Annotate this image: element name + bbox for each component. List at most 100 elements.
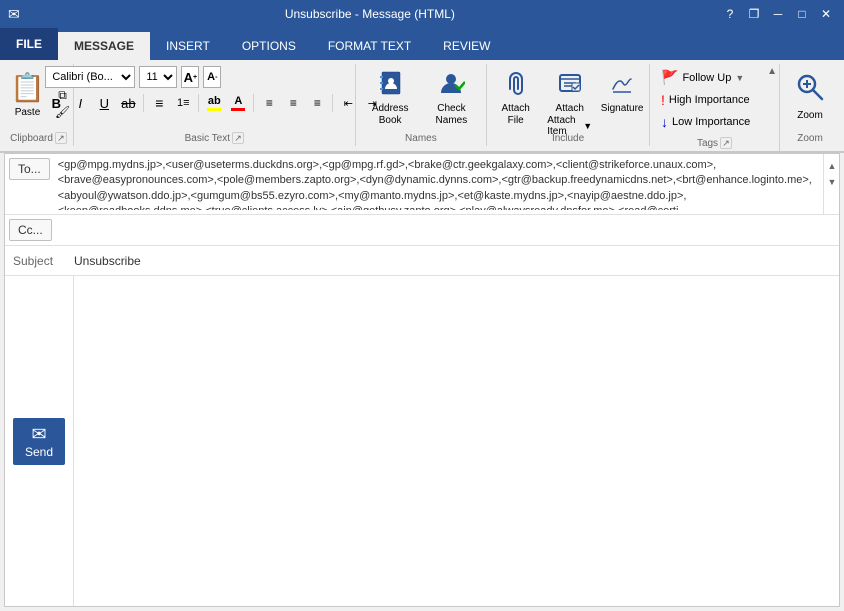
follow-up-icon: 🚩 — [661, 69, 678, 86]
separator2 — [198, 94, 199, 112]
to-field-row: To... <gp@mpg.mydns.jp>,<user@useterms.d… — [5, 154, 839, 215]
font-name-select[interactable]: Calibri (Bo... — [45, 66, 135, 88]
compose-container — [74, 276, 839, 606]
clipboard-label: Clipboard ↗ — [4, 132, 73, 144]
align-left-button[interactable]: ≡ — [258, 92, 280, 114]
to-button[interactable]: To... — [9, 158, 50, 180]
check-names-label: Check Names — [428, 103, 475, 127]
tab-insert[interactable]: INSERT — [150, 32, 226, 60]
compose-body[interactable] — [74, 276, 839, 606]
tab-formattext[interactable]: FORMAT TEXT — [312, 32, 427, 60]
send-panel: ✉ Send — [5, 276, 74, 606]
scroll-up-button[interactable]: ▲ — [824, 158, 840, 174]
zoom-content: Zoom — [785, 66, 835, 140]
zoom-button[interactable]: Zoom — [785, 66, 835, 126]
highlight-color-indicator — [207, 108, 221, 111]
zoom-group: Zoom Zoom — [780, 64, 840, 146]
attach-item-label: Attach — [556, 103, 584, 115]
names-content: Address Book Check Names — [362, 66, 480, 142]
check-names-button[interactable]: Check Names — [423, 66, 480, 130]
tags-group: 🚩 Follow Up ▼ ! High Importance ↓ Low Im… — [650, 64, 780, 151]
ribbon-collapse-button[interactable]: ▲ — [767, 66, 777, 77]
email-compose-area: To... <gp@mpg.mydns.jp>,<user@useterms.d… — [4, 153, 840, 607]
align-center-button[interactable]: ≡ — [282, 92, 304, 114]
signature-icon — [608, 69, 636, 101]
high-importance-button[interactable]: ! High Importance — [656, 89, 773, 111]
bold-button[interactable]: B — [45, 92, 67, 114]
ribbon-tabs: FILE MESSAGE INSERT OPTIONS FORMAT TEXT … — [0, 28, 844, 60]
separator4 — [332, 94, 333, 112]
attach-file-button[interactable]: Attach File — [493, 66, 538, 130]
names-label: Names — [356, 133, 486, 144]
underline-button[interactable]: U — [93, 92, 115, 114]
separator1 — [143, 94, 144, 112]
paste-button[interactable]: 📋 Paste — [5, 66, 51, 121]
increase-font-button[interactable]: A+ — [181, 66, 199, 88]
to-recipients: <gp@mpg.mydns.jp>,<user@useterms.duckdns… — [58, 158, 819, 210]
tags-label: Tags ↗ — [650, 137, 779, 149]
tab-review[interactable]: REVIEW — [427, 32, 506, 60]
font-color-indicator — [231, 108, 245, 111]
highlight-button[interactable]: ab — [203, 92, 225, 114]
align-right-button[interactable]: ≡ — [306, 92, 328, 114]
paste-label: Paste — [15, 107, 41, 118]
clipboard-expand-button[interactable]: ↗ — [55, 132, 67, 144]
include-label: Include — [487, 133, 649, 144]
subject-label: Subject — [5, 246, 70, 275]
basic-text-label: Basic Text ↗ — [74, 132, 355, 144]
zoom-label: Zoom — [797, 110, 823, 121]
window-controls: ? ❐ ─ □ ✕ — [720, 4, 836, 24]
cc-button[interactable]: Cc... — [9, 219, 52, 241]
italic-button[interactable]: I — [69, 92, 91, 114]
font-size-select[interactable]: 11 — [139, 66, 177, 88]
cc-field-row: Cc... — [5, 215, 839, 246]
low-importance-icon: ↓ — [661, 114, 668, 130]
send-icon: ✉ — [31, 424, 46, 445]
low-importance-button[interactable]: ↓ Low Importance — [656, 111, 773, 133]
zoom-icon — [794, 71, 826, 110]
send-button[interactable]: ✉ Send — [13, 418, 65, 465]
help-button[interactable]: ? — [720, 4, 740, 24]
basic-text-expand-button[interactable]: ↗ — [232, 132, 244, 144]
numbering-button[interactable]: 1≡ — [172, 92, 194, 114]
follow-up-dropdown-icon: ▼ — [735, 73, 744, 83]
to-field-value: <gp@mpg.mydns.jp>,<user@useterms.duckdns… — [54, 154, 823, 214]
tab-message[interactable]: MESSAGE — [58, 32, 150, 60]
signature-label: Signature — [601, 103, 644, 115]
separator3 — [253, 94, 254, 112]
include-content: Attach File Attach Attach Item ▼ — [493, 66, 643, 142]
basic-text-content: Calibri (Bo... 11 A+ A- B I U — [45, 66, 383, 128]
title-bar: ✉ Unsubscribe - Message (HTML) ? ❐ ─ □ ✕ — [0, 0, 844, 28]
close-button[interactable]: ✕ — [816, 4, 836, 24]
maximize-button[interactable]: □ — [792, 4, 812, 24]
subject-input[interactable] — [70, 246, 839, 275]
high-importance-icon: ! — [661, 92, 665, 108]
subject-field-row: Subject — [5, 246, 839, 276]
strikethrough-button[interactable]: ab — [117, 92, 139, 114]
window-title: Unsubscribe - Message (HTML) — [20, 7, 720, 21]
basic-text-group: Calibri (Bo... 11 A+ A- B I U — [74, 64, 356, 146]
ribbon-content: 📋 Paste ✂ ⧉ — [0, 60, 844, 152]
decrease-font-button[interactable]: A- — [203, 66, 221, 88]
restore-button[interactable]: ❐ — [744, 4, 764, 24]
tab-file[interactable]: FILE — [0, 28, 58, 60]
include-group: Attach File Attach Attach Item ▼ — [487, 64, 650, 146]
format-row: B I U ab ≡ 1≡ — [45, 92, 383, 114]
scroll-down-button[interactable]: ▼ — [824, 174, 840, 190]
ribbon: 📋 Paste ✂ ⧉ — [0, 60, 844, 153]
bullets-button[interactable]: ≡ — [148, 92, 170, 114]
minimize-button[interactable]: ─ — [768, 4, 788, 24]
cc-field-value[interactable] — [56, 215, 839, 245]
tags-content: 🚩 Follow Up ▼ ! High Importance ↓ Low Im… — [656, 66, 773, 147]
signature-button[interactable]: Signature — [601, 66, 643, 118]
address-book-button[interactable]: Address Book — [362, 66, 419, 130]
tab-options[interactable]: OPTIONS — [226, 32, 312, 60]
font-color-button[interactable]: A — [227, 92, 249, 114]
address-book-label: Address Book — [367, 103, 414, 127]
compose-wrapper: ✉ Send — [5, 276, 839, 606]
app-window: ✉ Unsubscribe - Message (HTML) ? ❐ ─ □ ✕… — [0, 0, 844, 611]
tags-expand-button[interactable]: ↗ — [720, 137, 732, 149]
attach-item-icon — [556, 69, 584, 101]
follow-up-button[interactable]: 🚩 Follow Up ▼ — [656, 66, 773, 89]
attach-item-button[interactable]: Attach Attach Item ▼ — [542, 66, 597, 140]
